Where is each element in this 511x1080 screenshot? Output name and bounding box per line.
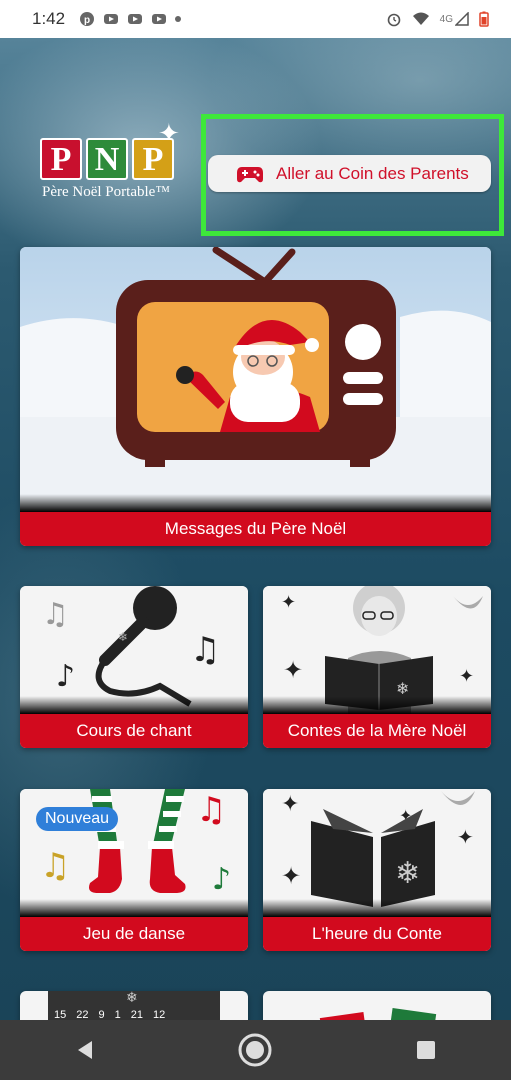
card-heure[interactable]: ✦ ✦ ✦ ✦ ❄ L'heure du Conte xyxy=(263,789,491,951)
svg-text:♫: ♫ xyxy=(190,630,220,670)
microphone-illustration: ♫ ♪ ♫ ❄ xyxy=(20,586,248,714)
pnp-logo: ✦ P N P Père Noël Portable™ xyxy=(38,118,188,206)
card-danse[interactable]: ♫ ♫ ♪ Nouveau Jeu de danse xyxy=(20,789,248,951)
network-type: 4G xyxy=(439,13,453,25)
back-icon xyxy=(78,1041,93,1059)
pinterest-icon: p xyxy=(80,12,95,26)
card-messages[interactable]: Messages du Père Noël xyxy=(20,247,491,546)
svg-text:♫: ♫ xyxy=(42,597,69,632)
youtube-icon xyxy=(128,14,143,24)
nav-home-button[interactable] xyxy=(235,1030,275,1070)
svg-text:♪: ♪ xyxy=(212,862,231,897)
youtube-icon xyxy=(152,14,167,24)
svg-text:♪: ♪ xyxy=(56,659,75,694)
svg-text:✦: ✦ xyxy=(457,825,474,849)
battery-icon xyxy=(479,11,489,27)
nav-recents-button[interactable] xyxy=(406,1030,446,1070)
clock: 1:42 xyxy=(32,9,66,28)
card-contes[interactable]: ✦ ✦ ✦ ❄ Contes de la Mère Noël xyxy=(263,586,491,748)
svg-text:✦: ✦ xyxy=(281,792,299,817)
card-label: Contes de la Mère Noël xyxy=(263,714,491,748)
svg-text:❄: ❄ xyxy=(395,856,420,891)
wifi-icon xyxy=(412,12,429,25)
svg-text:✦: ✦ xyxy=(281,592,296,613)
logo-letter: P xyxy=(40,138,82,180)
card-fade xyxy=(20,696,248,714)
card-fade xyxy=(20,494,491,512)
card-chant[interactable]: ♫ ♪ ♫ ❄ Cours de chant xyxy=(20,586,248,748)
open-book-illustration: ✦ ✦ ✦ ✦ ❄ xyxy=(263,789,491,917)
new-badge: Nouveau xyxy=(36,807,119,831)
logo-subtitle: Père Noël Portable™ xyxy=(42,184,170,200)
alarm-icon xyxy=(387,13,400,27)
mrs-claus-illustration: ✦ ✦ ✦ ❄ xyxy=(263,586,491,714)
svg-text:❄: ❄ xyxy=(118,630,128,644)
nav-back-button[interactable] xyxy=(65,1030,105,1070)
card-label: Cours de chant xyxy=(20,714,248,748)
logo-letter: N xyxy=(86,138,128,180)
youtube-icon xyxy=(104,14,119,24)
logo-letter: P xyxy=(132,138,174,180)
snowflake-icon: ❄ xyxy=(126,991,138,1005)
status-bar: 1:42 p 4G xyxy=(0,0,511,38)
recents-icon xyxy=(416,1041,435,1059)
svg-text:♫: ♫ xyxy=(40,846,70,886)
dot-icon xyxy=(175,16,182,22)
tv-santa-illustration xyxy=(20,247,491,512)
card-fade xyxy=(20,899,248,917)
home-icon xyxy=(238,1033,272,1067)
system-nav-bar xyxy=(0,1020,511,1080)
parent-corner-label: Aller au Coin des Parents xyxy=(276,163,469,183)
card-fade xyxy=(263,696,491,714)
card-label: Jeu de danse xyxy=(20,917,248,951)
card-label: Messages du Père Noël xyxy=(20,512,491,546)
svg-text:✦: ✦ xyxy=(459,666,474,687)
svg-text:♫: ♫ xyxy=(196,790,226,830)
svg-text:p: p xyxy=(84,15,90,26)
card-label: L'heure du Conte xyxy=(263,917,491,951)
card-fade xyxy=(263,899,491,917)
svg-text:✦: ✦ xyxy=(283,656,303,684)
signal-icon xyxy=(455,12,469,26)
parent-corner-button[interactable]: Aller au Coin des Parents xyxy=(208,155,491,192)
gamepad-icon xyxy=(237,166,263,182)
svg-text:✦: ✦ xyxy=(281,862,301,890)
